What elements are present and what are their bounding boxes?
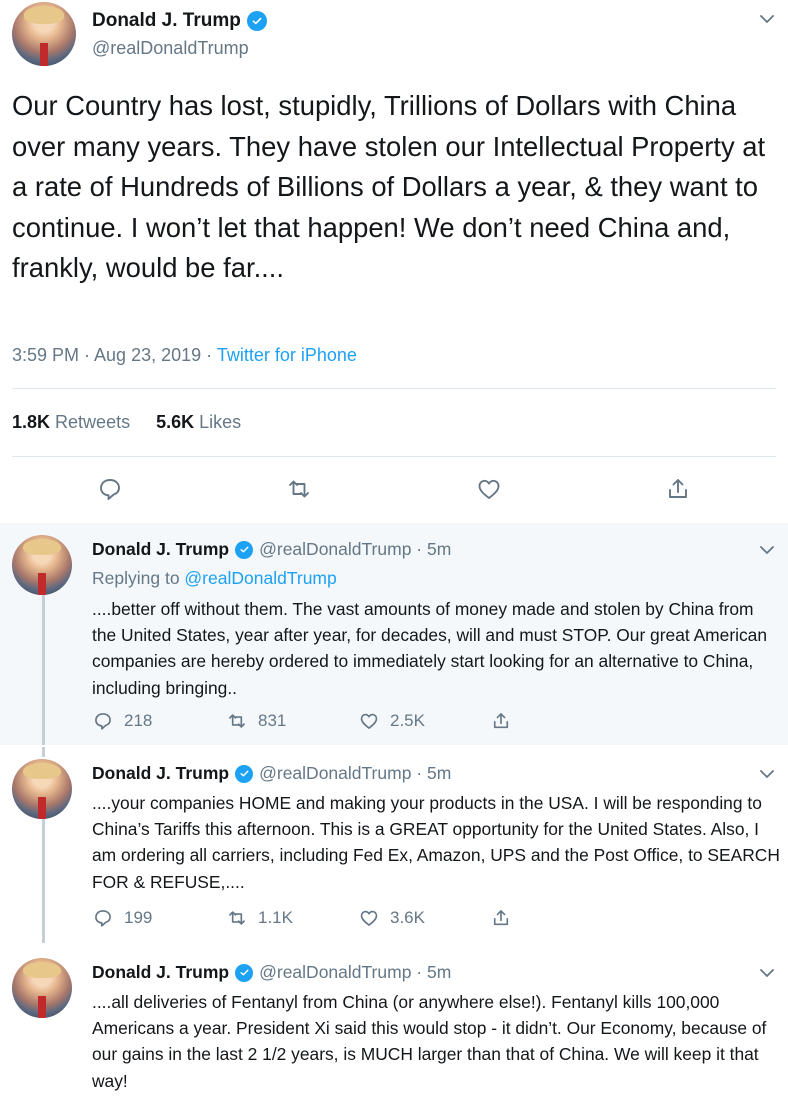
reply-count: 218 [124, 711, 153, 730]
author-name[interactable]: Donald J. Trump [92, 539, 229, 560]
thread-line [42, 819, 45, 943]
author-name[interactable]: Donald J. Trump [92, 962, 229, 983]
retweets-label: Retweets [55, 412, 131, 432]
verified-badge-icon [235, 540, 254, 559]
retweet-icon[interactable] [285, 475, 313, 503]
retweet-action[interactable]: 1.1K [226, 907, 293, 929]
author-avatar[interactable] [12, 958, 72, 1018]
author-handle[interactable]: @realDonaldTrump [92, 38, 249, 59]
reply-tweet: Donald J. Trump @realDonaldTrump · 5m ..… [0, 747, 788, 943]
share-icon [493, 713, 509, 729]
divider [12, 456, 776, 457]
replying-to-link[interactable]: @realDonaldTrump [184, 568, 336, 588]
tweet-stats: 1.8K Retweets 5.6K Likes [12, 412, 241, 433]
retweet-count: 1.1K [258, 908, 293, 927]
heart-icon[interactable] [475, 475, 503, 503]
replying-prefix: Replying to [92, 568, 185, 588]
heart-icon [360, 910, 378, 926]
retweet-count: 831 [258, 711, 287, 730]
author-avatar[interactable] [12, 535, 72, 595]
verified-badge-icon [235, 963, 254, 982]
like-action[interactable]: 3.6K [358, 907, 425, 929]
tweet-text: Our Country has lost, stupidly, Trillion… [12, 90, 766, 283]
chevron-down-icon[interactable] [756, 539, 778, 561]
reply-icon [95, 713, 111, 730]
author-name-row: Donald J. Trump @realDonaldTrump · 5m [92, 539, 451, 560]
author-handle[interactable]: @realDonaldTrump · 5m [259, 962, 451, 983]
author-handle[interactable]: @realDonaldTrump · 5m [259, 763, 451, 784]
retweet-action[interactable]: 831 [226, 710, 286, 732]
main-tweet: Donald J. Trump @realDonaldTrump Our Cou… [0, 0, 788, 522]
tweet-text: ....all deliveries of Fentanyl from Chin… [92, 992, 767, 1091]
author-name-row: Donald J. Trump @realDonaldTrump · 5m [92, 962, 451, 983]
reply-icon [95, 910, 111, 927]
tweet-text: ....your companies HOME and making your … [92, 793, 780, 892]
tweet-meta: 3:59 PM · Aug 23, 2019 · Twitter for iPh… [12, 345, 357, 366]
reply-count: 199 [124, 908, 153, 927]
tweet-source-link[interactable]: Twitter for iPhone [217, 345, 357, 365]
reply-tweet: Donald J. Trump @realDonaldTrump · 5m ..… [0, 944, 788, 1099]
share-action[interactable] [490, 710, 512, 732]
reply-action[interactable]: 218 [92, 710, 152, 732]
tweet-actions: 218 831 2.5K [92, 710, 512, 734]
retweets-stat[interactable]: 1.8K Retweets [12, 412, 130, 432]
replying-to: Replying to @realDonaldTrump [92, 568, 337, 589]
like-count: 2.5K [390, 711, 425, 730]
retweet-icon [229, 714, 245, 728]
like-count: 3.6K [390, 908, 425, 927]
heart-icon [360, 713, 378, 729]
reply-tweet: Donald J. Trump @realDonaldTrump · 5m Re… [0, 523, 788, 745]
tweet-text: ....better off without them. The vast am… [92, 599, 768, 698]
chevron-down-icon[interactable] [756, 8, 778, 30]
share-icon[interactable] [664, 475, 692, 503]
retweet-icon [229, 911, 245, 925]
author-name[interactable]: Donald J. Trump [92, 10, 241, 32]
author-avatar[interactable] [12, 2, 76, 66]
author-name[interactable]: Donald J. Trump [92, 763, 229, 784]
tweet-timestamp[interactable]: 3:59 PM · Aug 23, 2019 · [12, 345, 217, 365]
likes-label: Likes [199, 412, 242, 432]
thread-line [42, 595, 45, 745]
reply-icon[interactable] [96, 475, 124, 503]
like-action[interactable]: 2.5K [358, 710, 425, 732]
share-action[interactable] [490, 907, 512, 929]
reply-action[interactable]: 199 [92, 907, 152, 929]
verified-badge-icon [246, 11, 267, 31]
chevron-down-icon[interactable] [756, 962, 778, 984]
author-name-row: Donald J. Trump [92, 10, 267, 32]
verified-badge-icon [235, 764, 254, 783]
tweet-actions: 199 1.1K 3.6K [92, 907, 512, 931]
retweets-count: 1.8K [12, 412, 51, 432]
divider [12, 388, 776, 389]
author-name-row: Donald J. Trump @realDonaldTrump · 5m [92, 763, 451, 784]
author-handle[interactable]: @realDonaldTrump · 5m [259, 539, 451, 560]
share-icon [493, 910, 509, 926]
chevron-down-icon[interactable] [756, 763, 778, 785]
likes-stat[interactable]: 5.6K Likes [156, 412, 241, 432]
author-avatar[interactable] [12, 759, 72, 819]
thread-line [42, 747, 45, 757]
likes-count: 5.6K [156, 412, 195, 432]
